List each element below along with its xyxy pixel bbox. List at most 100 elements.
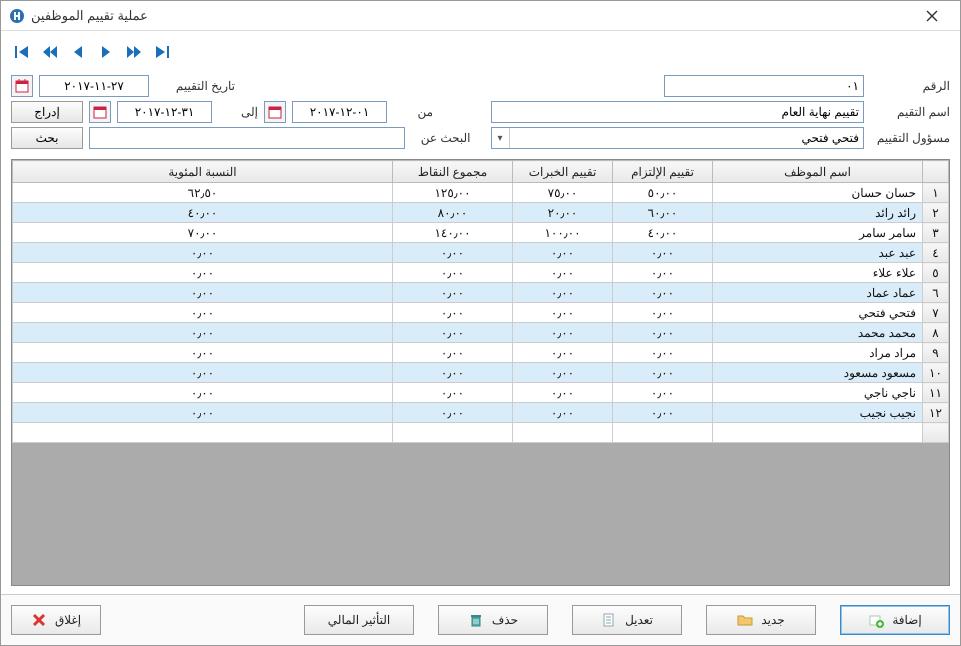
cell-points[interactable]: ٠٫٠٠	[393, 383, 513, 403]
delete-button[interactable]: حذف	[438, 605, 548, 635]
cell-name[interactable]: محمد محمد	[713, 323, 923, 343]
cell-percent[interactable]: ٠٫٠٠	[13, 323, 393, 343]
cell-name[interactable]: رائد رائد	[713, 203, 923, 223]
cell-percent[interactable]: ٠٫٠٠	[13, 263, 393, 283]
cell-commitment[interactable]: ٠٫٠٠	[613, 243, 713, 263]
edit-button[interactable]: تعديل	[572, 605, 682, 635]
cell-percent[interactable]: ٠٫٠٠	[13, 403, 393, 423]
cell-experience[interactable]: ٠٫٠٠	[513, 323, 613, 343]
table-row[interactable]: ٤عبد عبد٠٫٠٠٠٫٠٠٠٫٠٠٠٫٠٠	[13, 243, 949, 263]
cell-name[interactable]: عماد عماد	[713, 283, 923, 303]
cell-points[interactable]: ٠٫٠٠	[393, 403, 513, 423]
nav-last-icon[interactable]	[151, 41, 173, 63]
cell-commitment[interactable]: ٠٫٠٠	[613, 263, 713, 283]
nav-prev-icon[interactable]	[67, 41, 89, 63]
cell-name[interactable]: عبد عبد	[713, 243, 923, 263]
eval-date-field[interactable]	[39, 75, 149, 97]
cell-percent[interactable]: ٧٠٫٠٠	[13, 223, 393, 243]
cell-percent[interactable]: ٤٠٫٠٠	[13, 203, 393, 223]
cell-name[interactable]: مسعود مسعود	[713, 363, 923, 383]
cell-name[interactable]: سامر سامر	[713, 223, 923, 243]
table-row[interactable]: ١٢نجيب نجيب٠٫٠٠٠٫٠٠٠٫٠٠٠٫٠٠	[13, 403, 949, 423]
table-row[interactable]: ٧فتحي فتحي٠٫٠٠٠٫٠٠٠٫٠٠٠٫٠٠	[13, 303, 949, 323]
cell-experience[interactable]: ٢٠٫٠٠	[513, 203, 613, 223]
cell-experience[interactable]: ٠٫٠٠	[513, 363, 613, 383]
cell-experience[interactable]: ٠٫٠٠	[513, 403, 613, 423]
col-percent[interactable]: النسبة المئوية	[13, 161, 393, 183]
cell-experience[interactable]: ٠٫٠٠	[513, 343, 613, 363]
calendar-icon[interactable]	[89, 101, 111, 123]
cell-name[interactable]: نجيب نجيب	[713, 403, 923, 423]
supervisor-combo[interactable]: فتحي فتحي ▾	[491, 127, 865, 149]
nav-next-icon[interactable]	[95, 41, 117, 63]
from-date-field[interactable]	[292, 101, 387, 123]
cell-experience[interactable]: ٧٥٫٠٠	[513, 183, 613, 203]
cell-percent[interactable]: ٠٫٠٠	[13, 363, 393, 383]
table-row[interactable]: ١٠مسعود مسعود٠٫٠٠٠٫٠٠٠٫٠٠٠٫٠٠	[13, 363, 949, 383]
cell-points[interactable]: ١٢٥٫٠٠	[393, 183, 513, 203]
table-row[interactable]: ٥علاء علاء٠٫٠٠٠٫٠٠٠٫٠٠٠٫٠٠	[13, 263, 949, 283]
number-field[interactable]	[664, 75, 864, 97]
cell-percent[interactable]: ٠٫٠٠	[13, 243, 393, 263]
cell-commitment[interactable]: ٠٫٠٠	[613, 283, 713, 303]
cell-points[interactable]: ٨٠٫٠٠	[393, 203, 513, 223]
table-row[interactable]: ٢رائد رائد٦٠٫٠٠٢٠٫٠٠٨٠٫٠٠٤٠٫٠٠	[13, 203, 949, 223]
close-button[interactable]	[912, 2, 952, 30]
new-button[interactable]: جديد	[706, 605, 816, 635]
table-row[interactable]: ٣سامر سامر٤٠٫٠٠١٠٠٫٠٠١٤٠٫٠٠٧٠٫٠٠	[13, 223, 949, 243]
search-button[interactable]: بحث	[11, 127, 83, 149]
table-row[interactable]: ١١ناجي ناجي٠٫٠٠٠٫٠٠٠٫٠٠٠٫٠٠	[13, 383, 949, 403]
cell-percent[interactable]: ٠٫٠٠	[13, 343, 393, 363]
cell-commitment[interactable]: ٠٫٠٠	[613, 343, 713, 363]
nav-fast-next-icon[interactable]	[123, 41, 145, 63]
nav-fast-prev-icon[interactable]	[39, 41, 61, 63]
cell-commitment[interactable]: ٠٫٠٠	[613, 383, 713, 403]
cell-experience[interactable]: ٠٫٠٠	[513, 243, 613, 263]
close-window-button[interactable]: إغلاق	[11, 605, 101, 635]
cell-name[interactable]: فتحي فتحي	[713, 303, 923, 323]
cell-experience[interactable]: ٠٫٠٠	[513, 283, 613, 303]
table-row-empty[interactable]	[13, 423, 949, 443]
cell-experience[interactable]: ١٠٠٫٠٠	[513, 223, 613, 243]
cell-name[interactable]: علاء علاء	[713, 263, 923, 283]
financial-button[interactable]: التأثير المالي	[304, 605, 414, 635]
cell-experience[interactable]: ٠٫٠٠	[513, 303, 613, 323]
cell-experience[interactable]: ٠٫٠٠	[513, 263, 613, 283]
nav-first-icon[interactable]	[11, 41, 33, 63]
eval-name-field[interactable]	[491, 101, 865, 123]
add-button[interactable]: إضافة	[840, 605, 950, 635]
cell-points[interactable]: ٠٫٠٠	[393, 343, 513, 363]
cell-percent[interactable]: ٠٫٠٠	[13, 383, 393, 403]
table-row[interactable]: ٦عماد عماد٠٫٠٠٠٫٠٠٠٫٠٠٠٫٠٠	[13, 283, 949, 303]
calendar-icon[interactable]	[11, 75, 33, 97]
cell-experience[interactable]: ٠٫٠٠	[513, 383, 613, 403]
table-row[interactable]: ٩مراد مراد٠٫٠٠٠٫٠٠٠٫٠٠٠٫٠٠	[13, 343, 949, 363]
cell-points[interactable]: ٠٫٠٠	[393, 323, 513, 343]
cell-points[interactable]: ٠٫٠٠	[393, 283, 513, 303]
insert-button[interactable]: إدراج	[11, 101, 83, 123]
cell-commitment[interactable]: ٠٫٠٠	[613, 403, 713, 423]
col-commitment[interactable]: تقييم الإلتزام	[613, 161, 713, 183]
search-input[interactable]	[89, 127, 405, 149]
cell-points[interactable]: ١٤٠٫٠٠	[393, 223, 513, 243]
cell-commitment[interactable]: ٠٫٠٠	[613, 303, 713, 323]
calendar-icon[interactable]	[264, 101, 286, 123]
cell-name[interactable]: حسان حسان	[713, 183, 923, 203]
cell-points[interactable]: ٠٫٠٠	[393, 363, 513, 383]
table-row[interactable]: ٨محمد محمد٠٫٠٠٠٫٠٠٠٫٠٠٠٫٠٠	[13, 323, 949, 343]
cell-percent[interactable]: ٦٢٫٥٠	[13, 183, 393, 203]
cell-commitment[interactable]: ٥٠٫٠٠	[613, 183, 713, 203]
cell-points[interactable]: ٠٫٠٠	[393, 263, 513, 283]
cell-percent[interactable]: ٠٫٠٠	[13, 303, 393, 323]
cell-percent[interactable]: ٠٫٠٠	[13, 283, 393, 303]
cell-commitment[interactable]: ٠٫٠٠	[613, 323, 713, 343]
cell-commitment[interactable]: ٦٠٫٠٠	[613, 203, 713, 223]
table-row[interactable]: ١حسان حسان٥٠٫٠٠٧٥٫٠٠١٢٥٫٠٠٦٢٫٥٠	[13, 183, 949, 203]
cell-commitment[interactable]: ٤٠٫٠٠	[613, 223, 713, 243]
col-name[interactable]: اسم الموظف	[713, 161, 923, 183]
cell-points[interactable]: ٠٫٠٠	[393, 243, 513, 263]
to-date-field[interactable]	[117, 101, 212, 123]
cell-name[interactable]: مراد مراد	[713, 343, 923, 363]
cell-commitment[interactable]: ٠٫٠٠	[613, 363, 713, 383]
col-experience[interactable]: تقييم الخبرات	[513, 161, 613, 183]
